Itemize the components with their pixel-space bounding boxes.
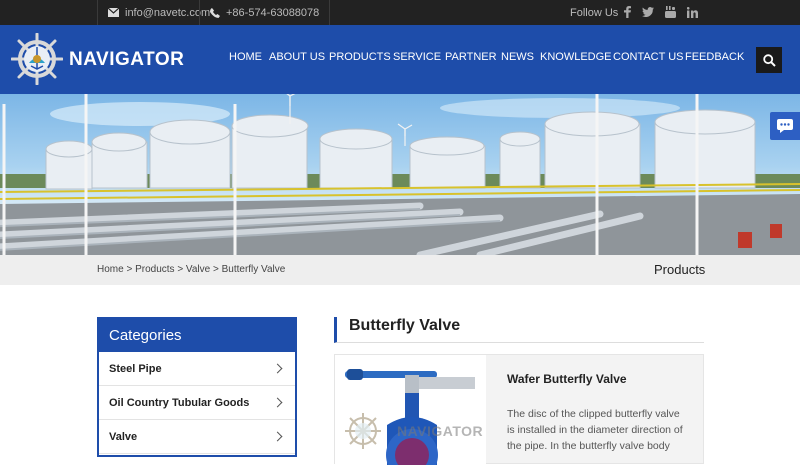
category-item-steel-pipe[interactable]: Steel Pipe xyxy=(99,352,295,386)
category-label: Oil Country Tubular Goods xyxy=(109,396,250,409)
page-title: Products xyxy=(654,262,706,277)
hero-banner-image xyxy=(0,94,800,255)
section-title: Butterfly Valve xyxy=(334,317,704,343)
product-name[interactable]: Wafer Butterfly Valve xyxy=(507,372,627,386)
top-bar: info@navetc.com +86-574-63088078 Follow … xyxy=(0,0,800,25)
search-button[interactable] xyxy=(756,47,782,73)
chevron-right-icon xyxy=(272,363,283,374)
nav-partner[interactable]: PARTNER xyxy=(445,51,497,63)
chat-bubble-icon xyxy=(777,119,793,133)
categories-panel: Categories Steel Pipe Oil Country Tubula… xyxy=(97,317,297,457)
ship-wheel-logo-icon[interactable] xyxy=(11,33,63,85)
product-card[interactable]: NAVIGATOR Wafer Butterfly Valve The disc… xyxy=(334,354,704,465)
chat-button[interactable] xyxy=(770,112,800,140)
nav-contact-us[interactable]: CONTACT US xyxy=(613,51,684,63)
site-header: NAVIGATOR HOME ABOUT US PRODUCTS SERVICE… xyxy=(0,25,800,94)
product-image[interactable]: NAVIGATOR xyxy=(335,355,486,465)
search-icon xyxy=(762,53,776,67)
breadcrumb-bar: Home > Products > Valve > Butterfly Valv… xyxy=(0,255,800,285)
nav-news[interactable]: NEWS xyxy=(501,51,534,63)
nav-service[interactable]: SERVICE xyxy=(393,51,441,63)
chevron-right-icon xyxy=(272,431,283,442)
breadcrumb[interactable]: Home > Products > Valve > Butterfly Valv… xyxy=(97,264,285,275)
category-label: Valve xyxy=(109,430,138,443)
phone-icon xyxy=(210,7,220,18)
category-item-octg[interactable]: Oil Country Tubular Goods xyxy=(99,386,295,420)
twitter-icon[interactable] xyxy=(640,4,656,20)
email-text: info@navetc.com xyxy=(125,6,211,19)
nav-products[interactable]: PRODUCTS xyxy=(329,51,391,63)
chevron-right-icon xyxy=(272,397,283,408)
brand-name[interactable]: NAVIGATOR xyxy=(69,49,184,71)
categories-heading: Categories xyxy=(99,319,295,352)
youtube-icon[interactable] xyxy=(662,4,678,20)
follow-us-label: Follow Us xyxy=(570,6,619,19)
product-description: The disc of the clipped butterfly valve … xyxy=(507,408,683,452)
product-watermark: NAVIGATOR xyxy=(397,423,484,439)
category-label: Steel Pipe xyxy=(109,362,162,375)
facebook-icon[interactable] xyxy=(619,4,635,20)
nav-knowledge[interactable]: KNOWLEDGE xyxy=(540,51,612,63)
phone-text: +86-574-63088078 xyxy=(226,6,320,19)
linkedin-icon[interactable] xyxy=(684,4,700,20)
nav-feedback[interactable]: FEEDBACK xyxy=(685,51,744,63)
nav-about-us[interactable]: ABOUT US xyxy=(269,51,325,63)
envelope-icon xyxy=(108,8,119,17)
nav-home[interactable]: HOME xyxy=(229,51,262,63)
category-item-valve[interactable]: Valve xyxy=(99,420,295,454)
phone-contact[interactable]: +86-574-63088078 xyxy=(199,0,331,25)
